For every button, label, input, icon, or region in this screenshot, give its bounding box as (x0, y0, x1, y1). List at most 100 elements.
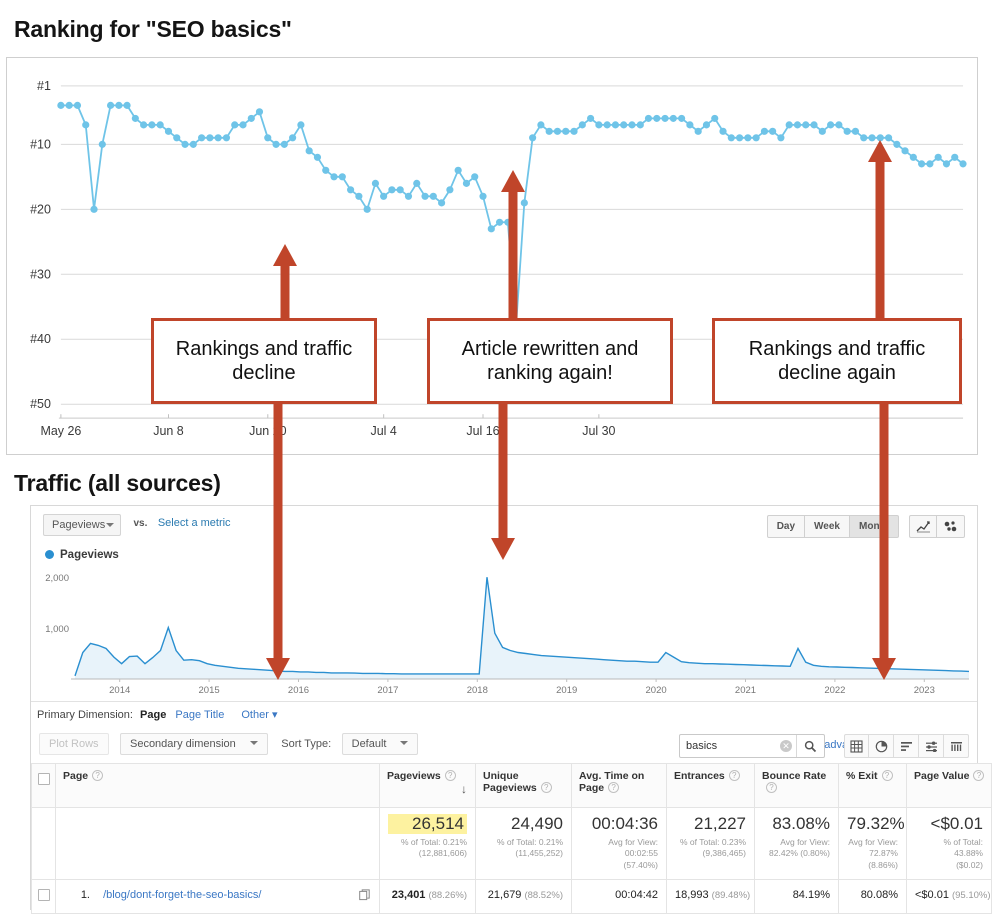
chart-type-group (909, 515, 965, 538)
svg-text:2018: 2018 (467, 685, 488, 696)
row-page-value: <$0.01 (95.10%) (906, 879, 992, 915)
select-a-metric-link[interactable]: Select a metric (158, 517, 231, 529)
svg-text:Jul 30: Jul 30 (582, 424, 615, 438)
granularity-group: Day Week Month (766, 515, 899, 538)
primary-dimension-active[interactable]: Page (140, 709, 166, 721)
svg-text:Jun 20: Jun 20 (249, 424, 286, 438)
column-header-bounce-rate[interactable]: Bounce Rate? (754, 763, 839, 808)
svg-text:2015: 2015 (199, 685, 220, 696)
summary-pct-exit: 79.32% Avg for View: 72.87% (8.86%) (838, 806, 907, 881)
svg-text:2022: 2022 (824, 685, 845, 696)
row-unique-pageviews: 21,679 (88.52%) (475, 879, 572, 915)
view-type-group (844, 734, 969, 758)
summary-avg-time-on-page: 00:04:36 Avg for View: 00:02:55 (57.40%) (571, 806, 667, 881)
help-icon[interactable]: ? (881, 770, 893, 781)
svg-text:#50: #50 (30, 397, 51, 411)
svg-text:Jun 8: Jun 8 (153, 424, 184, 438)
help-icon[interactable]: ? (766, 782, 777, 793)
metric-select-value: Pageviews (52, 519, 106, 531)
row-pct-exit: 80.08% (838, 879, 907, 915)
column-header-page-value[interactable]: Page Value? (906, 763, 992, 808)
summary-blank-checkbox-cell (31, 806, 56, 881)
svg-text:1,000: 1,000 (45, 624, 69, 635)
column-header-page[interactable]: Page? (55, 763, 380, 808)
svg-text:#20: #20 (30, 202, 51, 216)
column-header-entrances[interactable]: Entrances? (666, 763, 755, 808)
column-header-pct-exit[interactable]: % Exit? (838, 763, 907, 808)
select-all-header[interactable] (31, 763, 56, 808)
metric-select[interactable]: Pageviews (43, 514, 121, 536)
comparison-view-icon[interactable] (919, 734, 944, 758)
search-input[interactable] (680, 735, 780, 757)
help-icon[interactable]: ? (608, 782, 620, 793)
svg-text:#1: #1 (37, 79, 51, 93)
sort-descending-icon[interactable]: ↓ (461, 782, 467, 796)
pie-view-icon[interactable] (869, 734, 894, 758)
help-icon[interactable]: ? (92, 770, 104, 781)
primary-dimension-page-title-link[interactable]: Page Title (175, 709, 224, 721)
help-icon[interactable]: ? (444, 770, 456, 781)
row-page-cell: 1. /blog/dont-forget-the-seo-basics/ (55, 879, 380, 915)
table-search[interactable]: ✕ (679, 734, 825, 758)
chevron-down-icon (400, 741, 409, 745)
summary-entrances: 21,227 % of Total: 0.23% (9,386,465) (666, 806, 755, 881)
performance-view-icon[interactable] (894, 734, 919, 758)
row-select-cell[interactable] (31, 879, 56, 915)
summary-page-value: <$0.01 % of Total: 43.88% ($0.02) (906, 806, 992, 881)
primary-dimension-label: Primary Dimension: (37, 709, 133, 721)
granularity-week-button[interactable]: Week (805, 515, 850, 538)
ranking-section-title: Ranking for "SEO basics" (14, 16, 292, 42)
column-header-pageviews[interactable]: Pageviews? ↓ (379, 763, 476, 808)
sort-type-select[interactable]: Default (341, 733, 419, 755)
column-header-avg-time-on-page[interactable]: Avg. Time on Page? (571, 763, 667, 808)
summary-bounce-rate: 83.08% Avg for View: 82.42% (0.80%) (754, 806, 839, 881)
pivot-view-icon[interactable] (944, 734, 969, 758)
google-analytics-panel: Pageviews vs. Select a metric Day Week M… (30, 505, 992, 915)
svg-text:Jul 4: Jul 4 (371, 424, 397, 438)
open-page-icon[interactable] (359, 889, 371, 904)
line-chart-icon[interactable] (909, 515, 937, 538)
page-url-link[interactable]: /blog/dont-forget-the-seo-basics/ (103, 889, 261, 901)
svg-text:#30: #30 (30, 267, 51, 281)
pages-report-table: Page? Pageviews? ↓ Unique Pageviews? Avg… (31, 763, 992, 915)
clear-search-icon[interactable]: ✕ (780, 740, 792, 752)
search-icon[interactable] (796, 735, 823, 757)
row-checkbox[interactable] (37, 889, 50, 902)
granularity-day-button[interactable]: Day (766, 515, 806, 538)
sort-type-label: Sort Type: (281, 738, 332, 750)
svg-text:2019: 2019 (556, 685, 577, 696)
table-summary-row: 26,514 % of Total: 0.21% (12,881,606) 24… (31, 806, 992, 881)
help-icon[interactable]: ? (540, 782, 552, 793)
plot-rows-button[interactable]: Plot Rows (39, 733, 109, 755)
svg-text:#10: #10 (30, 137, 51, 151)
summary-unique-pageviews: 24,490 % of Total: 0.21% (11,455,252) (475, 806, 572, 881)
legend-color-dot (45, 550, 54, 559)
summary-pageviews: 26,514 % of Total: 0.21% (12,881,606) (379, 806, 476, 881)
primary-dimension-other-link[interactable]: Other ▾ (241, 709, 277, 721)
granularity-month-button[interactable]: Month (850, 515, 899, 538)
row-bounce-rate: 84.19% (754, 879, 839, 915)
summary-blank-page-cell (55, 806, 380, 881)
select-all-checkbox[interactable] (37, 773, 50, 785)
table-view-icon[interactable] (844, 734, 869, 758)
table-header-row: Page? Pageviews? ↓ Unique Pageviews? Avg… (31, 763, 992, 808)
chevron-down-icon (249, 741, 258, 745)
chevron-down-icon (106, 523, 114, 527)
vs-label: vs. (133, 518, 148, 529)
annotation-callout-decline-2: Rankings and traffic decline again (712, 318, 962, 404)
row-pageviews: 23,401 (88.26%) (379, 879, 476, 915)
help-icon[interactable]: ? (728, 770, 740, 781)
help-icon[interactable]: ? (973, 770, 985, 781)
table-row[interactable]: 1. /blog/dont-forget-the-seo-basics/ 23,… (31, 879, 992, 915)
primary-dimension-row: Primary Dimension: Page Page Title Other… (31, 701, 977, 727)
row-entrances: 18,993 (89.48%) (666, 879, 755, 915)
annotation-callout-rewrite: Article rewritten and ranking again! (427, 318, 673, 404)
secondary-dimension-button[interactable]: Secondary dimension (119, 733, 268, 755)
svg-text:#40: #40 (30, 332, 51, 346)
motion-chart-icon[interactable] (937, 515, 965, 538)
table-controls-row: Plot Rows Secondary dimension Sort Type:… (31, 727, 977, 763)
legend-label: Pageviews (60, 549, 119, 561)
svg-text:2016: 2016 (288, 685, 309, 696)
column-header-unique-pageviews[interactable]: Unique Pageviews? (475, 763, 572, 808)
annotation-callout-decline-1: Rankings and traffic decline (151, 318, 377, 404)
